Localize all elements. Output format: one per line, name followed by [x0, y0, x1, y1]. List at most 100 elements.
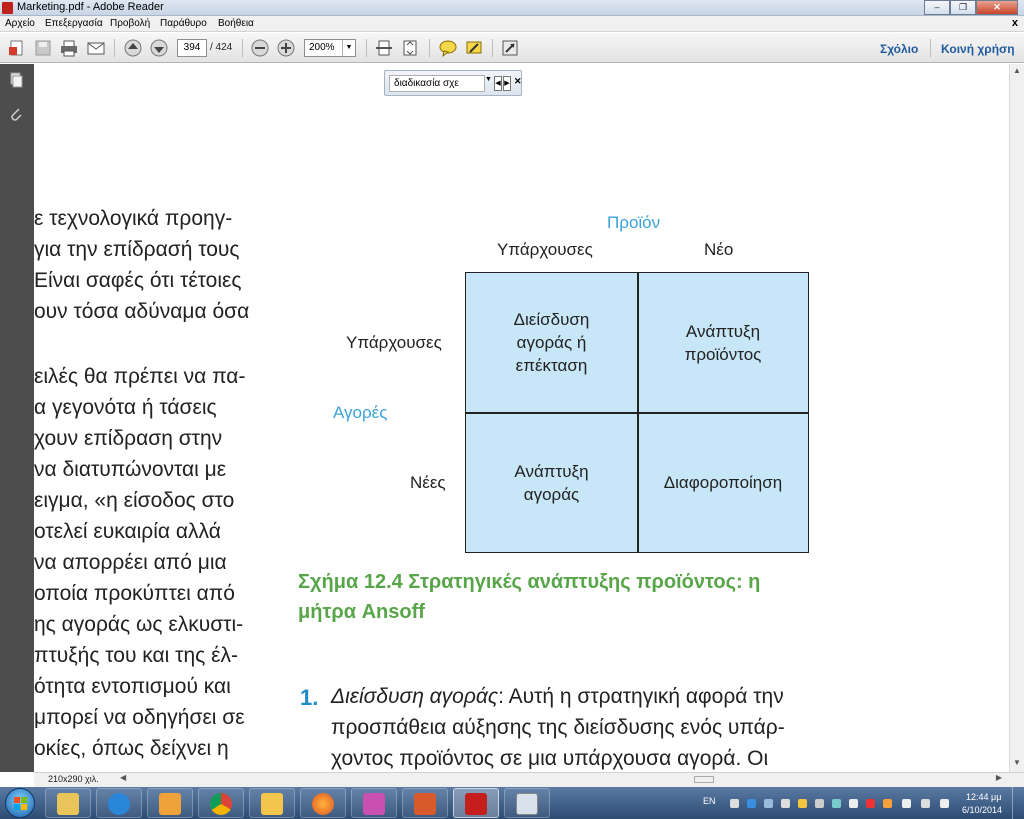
- tray-dropbox-icon[interactable]: [747, 799, 756, 808]
- scroll-down-icon[interactable]: ▼: [1013, 758, 1021, 767]
- menu-help[interactable]: Βοήθεια: [218, 18, 254, 29]
- page-thumbnails-icon[interactable]: [8, 72, 24, 88]
- taskbar-media-player[interactable]: [147, 788, 193, 818]
- language-indicator[interactable]: EN: [703, 796, 716, 806]
- body-text-line: α γεγονότα ή τάσεις: [34, 396, 217, 419]
- figure-caption: Σχήμα 12.4 Στρατηγικές ανάπτυξης προϊόντ…: [298, 571, 761, 623]
- highlight-icon[interactable]: [464, 38, 484, 58]
- chevron-down-icon[interactable]: ▼: [342, 40, 355, 56]
- body-text-line: οκίες, όπως δείχνει η: [34, 737, 229, 760]
- find-options-icon[interactable]: ▼: [485, 76, 492, 83]
- taskbar-internet-explorer[interactable]: [96, 788, 142, 818]
- product-axis-label: Προϊόν: [607, 213, 661, 232]
- maximize-button[interactable]: ❐: [950, 0, 976, 15]
- taskbar: EN 12:44 μμ 6/10/2014: [0, 787, 1024, 819]
- comment-button[interactable]: Σχόλιο: [880, 42, 918, 56]
- body-text-line: πτυξής του και της έλ-: [34, 644, 238, 667]
- scroll-left-icon[interactable]: ◀: [120, 773, 126, 782]
- taskbar-keypass[interactable]: [351, 788, 397, 818]
- tray-security-icon[interactable]: [849, 799, 858, 808]
- menu-bar: Αρχείο Επεξεργασία Προβολή Παράθυρο Βοήθ…: [0, 16, 1024, 32]
- close-button[interactable]: ✕: [976, 0, 1018, 15]
- window-title: Marketing.pdf - Adobe Reader: [17, 1, 164, 13]
- horizontal-scroll-thumb[interactable]: [694, 776, 714, 783]
- toolbar: 394 / 424 200% ▼ Σχόλιο Κοινή χρήση: [0, 33, 1024, 63]
- share-button[interactable]: Κοινή χρήση: [941, 42, 1015, 56]
- menu-window[interactable]: Παράθυρο: [160, 18, 207, 29]
- save-icon[interactable]: [33, 38, 53, 58]
- cell-product-development: Ανάπτυξη προϊόντος: [684, 321, 762, 364]
- body-text-line: ε τεχνολογικά προηγ-: [34, 207, 233, 230]
- body-text-line: ειγμα, «η είσοδος στο: [34, 489, 235, 512]
- tray-folder-icon[interactable]: [798, 799, 807, 808]
- tray-alert-icon[interactable]: [866, 799, 875, 808]
- tray-device-icon[interactable]: [815, 799, 824, 808]
- taskbar-mail[interactable]: [249, 788, 295, 818]
- body-text-line: ης αγοράς ως ελκυστι-: [34, 613, 244, 636]
- taskbar-explorer[interactable]: [45, 788, 91, 818]
- find-close-icon[interactable]: ✕: [514, 76, 522, 87]
- firefox-icon: [312, 793, 334, 815]
- email-icon[interactable]: [86, 38, 106, 58]
- taskbar-chrome[interactable]: [198, 788, 244, 818]
- snipping-tool-icon: [516, 793, 538, 815]
- attachments-icon[interactable]: [8, 106, 24, 122]
- menu-view[interactable]: Προβολή: [110, 18, 150, 29]
- scroll-up-icon[interactable]: ▲: [1013, 66, 1021, 75]
- minimize-button[interactable]: –: [924, 0, 950, 15]
- body-text-line: να διατυπώνονται με: [34, 458, 227, 481]
- tray-speaker-warning-icon[interactable]: [883, 799, 892, 808]
- menu-file[interactable]: Αρχείο: [5, 18, 35, 29]
- tray-sync-icon[interactable]: [832, 799, 841, 808]
- menu-edit[interactable]: Επεξεργασία: [45, 18, 103, 29]
- body-text-line: οτελεί ευκαιρία αλλά: [34, 520, 221, 543]
- page-number-input[interactable]: 394: [177, 39, 207, 57]
- tray-action-center-icon[interactable]: [902, 799, 911, 808]
- zoom-out-icon[interactable]: [250, 38, 270, 58]
- zoom-select[interactable]: 200% ▼: [304, 39, 356, 57]
- start-button[interactable]: [5, 788, 35, 818]
- body-text-line: οποία προκύπτει από: [34, 582, 235, 605]
- list-term: Διείσδυση αγοράς: [331, 685, 499, 708]
- internet-explorer-icon: [108, 793, 130, 815]
- sticky-note-icon[interactable]: [438, 38, 458, 58]
- create-pdf-icon[interactable]: [7, 38, 27, 58]
- tray-clock-icon[interactable]: [730, 799, 739, 808]
- find-next-button[interactable]: ▶: [503, 76, 511, 91]
- clock-time[interactable]: 12:44 μμ: [966, 792, 1001, 802]
- taskbar-adobe-reader[interactable]: [453, 788, 499, 818]
- list-item-line: Διείσδυση αγοράς: Αυτή η στρατηγική αφορ…: [331, 685, 784, 708]
- find-input[interactable]: διαδικασία σχε: [389, 75, 485, 92]
- document-view[interactable]: διαδικασία σχε ▼ ◀ ▶ ✕ ε τεχνολογικά προ…: [34, 64, 1009, 772]
- scroll-right-icon[interactable]: ▶: [996, 773, 1002, 782]
- body-text-line: Είναι σαφές ότι τέτοιες: [34, 269, 242, 292]
- taskbar-powerpoint[interactable]: [402, 788, 448, 818]
- cell-market-penetration: Διείσδυση αγοράς ή επέκταση: [513, 310, 590, 375]
- fit-page-icon[interactable]: [400, 38, 420, 58]
- cell-diversification: Διαφοροποίηση: [663, 473, 783, 492]
- find-toolbar: διαδικασία σχε ▼ ◀ ▶ ✕: [384, 70, 522, 96]
- previous-page-icon[interactable]: [123, 38, 143, 58]
- column-header-new: Νέο: [704, 240, 734, 259]
- document-close-icon[interactable]: x: [1012, 17, 1018, 29]
- tray-mail-icon[interactable]: [781, 799, 790, 808]
- fullscreen-icon[interactable]: [500, 38, 520, 58]
- show-desktop-button[interactable]: [1012, 787, 1024, 819]
- ansoff-matrix: Διείσδυση αγοράς ή επέκταση Ανάπτυξη προ…: [465, 272, 809, 553]
- taskbar-snipping-tool[interactable]: [504, 788, 550, 818]
- find-previous-button[interactable]: ◀: [494, 76, 502, 91]
- volume-icon[interactable]: [921, 799, 930, 808]
- fit-width-icon[interactable]: [374, 38, 394, 58]
- vertical-scrollbar[interactable]: ▲ ▼: [1009, 64, 1024, 772]
- network-signal-icon[interactable]: [940, 799, 949, 808]
- taskbar-firefox[interactable]: [300, 788, 346, 818]
- tray-network-icon[interactable]: [764, 799, 773, 808]
- powerpoint-icon: [414, 793, 436, 815]
- list-item-line: προσπάθεια αύξησης της διείσδυσης ενός υ…: [331, 716, 785, 739]
- next-page-icon[interactable]: [149, 38, 169, 58]
- print-icon[interactable]: [59, 38, 79, 58]
- mail-icon: [261, 793, 283, 815]
- clock-date[interactable]: 6/10/2014: [962, 805, 1002, 815]
- cell-market-development: Ανάπτυξη αγοράς: [514, 461, 589, 504]
- zoom-in-icon[interactable]: [276, 38, 296, 58]
